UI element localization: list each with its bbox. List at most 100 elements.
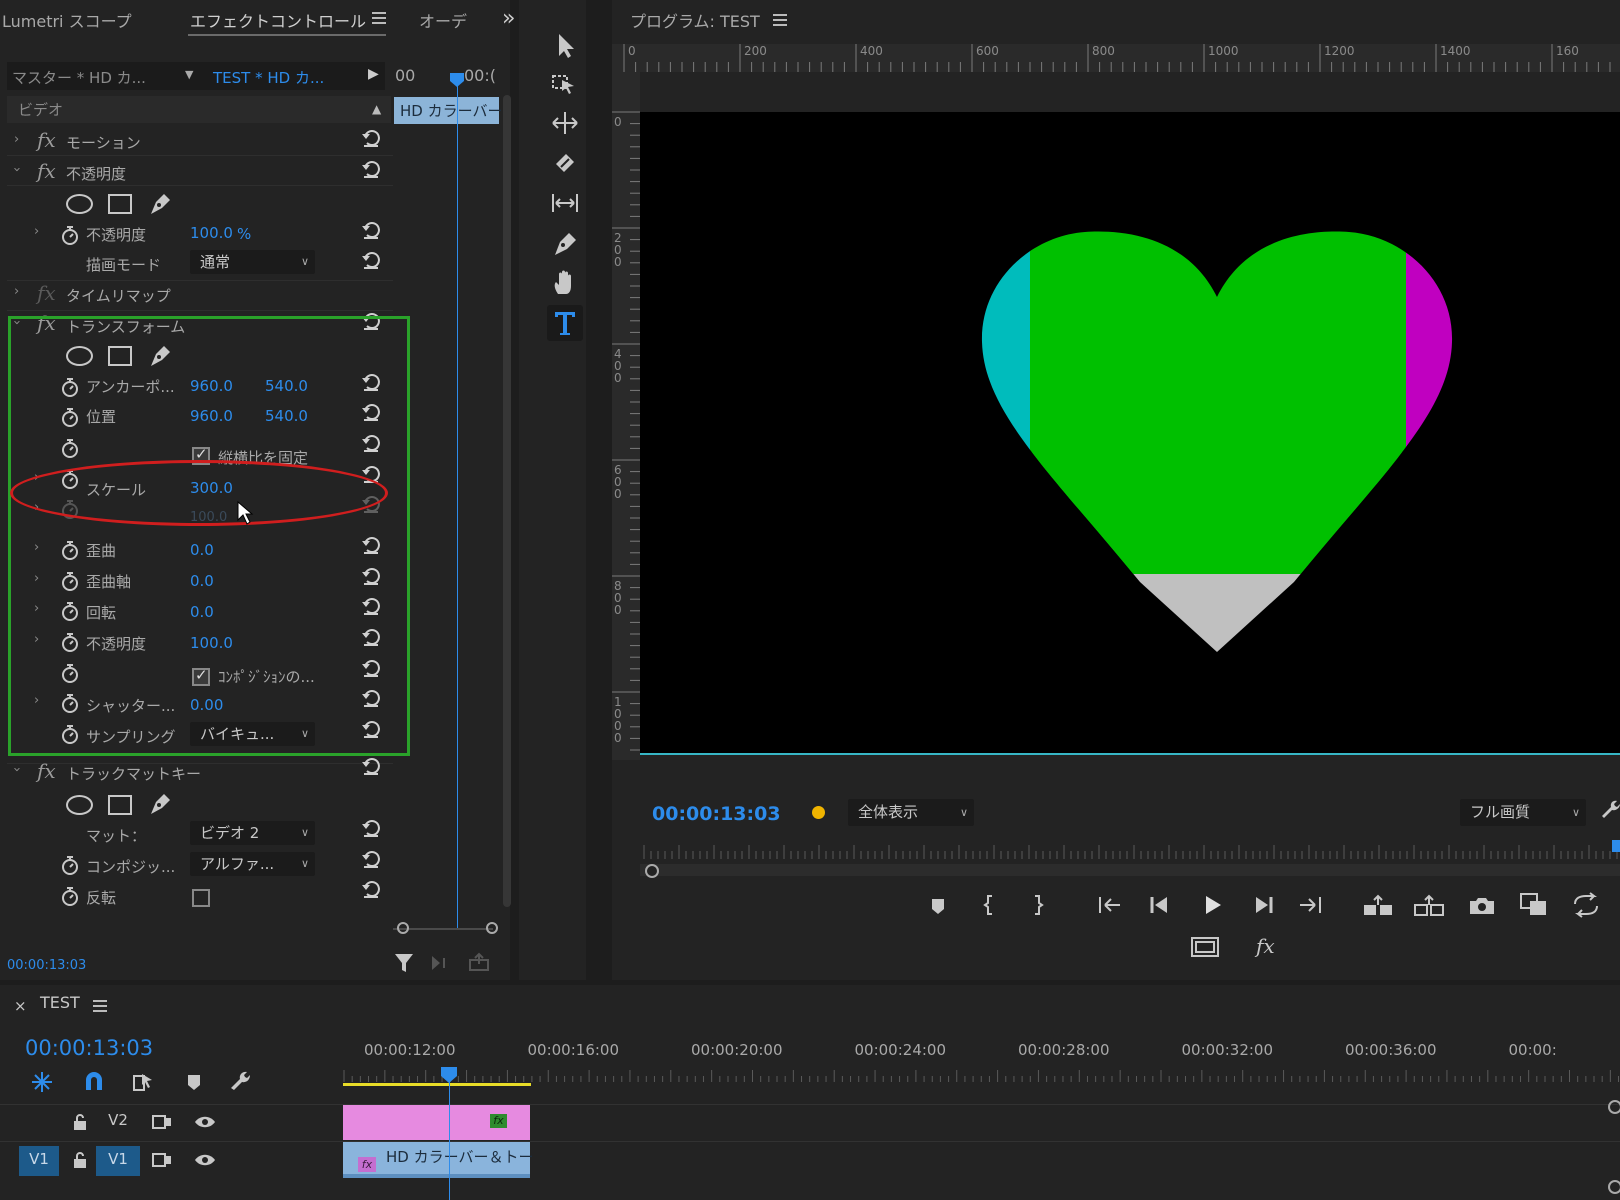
scrub-bar[interactable] xyxy=(640,864,1620,876)
tab-audio[interactable]: オーデ xyxy=(419,8,467,32)
tab-lumetri-scopes[interactable]: Lumetri スコープ xyxy=(2,8,132,32)
timeline-settings-wrench-icon[interactable] xyxy=(228,1068,252,1092)
lock-track-icon[interactable] xyxy=(72,1151,88,1169)
timeline-timecode[interactable]: 00:00:13:03 xyxy=(25,1036,153,1060)
mini-playhead-icon[interactable] xyxy=(450,73,464,87)
toggle-track-output-eye-icon[interactable] xyxy=(194,1152,216,1168)
fx-icon[interactable]: fx xyxy=(37,159,56,183)
stopwatch-icon[interactable] xyxy=(61,226,79,245)
master-clip-label[interactable]: マスター * HD カ... xyxy=(12,67,146,88)
chevron-down-icon[interactable]: ▼ xyxy=(185,68,193,81)
sequence-tab-title[interactable]: TEST xyxy=(40,993,80,1012)
insert-nested-icon[interactable] xyxy=(30,1070,54,1094)
blend-mode-dropdown[interactable]: 通常 ∨ xyxy=(190,250,315,274)
vertical-zoom-handle[interactable] xyxy=(1608,1100,1620,1114)
safe-margins-icon[interactable] xyxy=(1190,935,1220,959)
panel-menu-icon[interactable] xyxy=(93,999,107,1013)
track-select-tool-icon[interactable] xyxy=(550,68,580,98)
panel-menu-icon[interactable] xyxy=(372,11,386,25)
play-clip-icon[interactable]: ▶ xyxy=(368,66,379,82)
reset-parameter-icon[interactable] xyxy=(361,250,381,270)
close-sequence-icon[interactable]: × xyxy=(14,997,27,1015)
collapse-up-icon[interactable]: ▲ xyxy=(372,102,381,116)
opacity-value[interactable]: 100.0 xyxy=(190,224,233,242)
effects-scrollbar[interactable] xyxy=(503,95,511,907)
zoom-dropdown[interactable]: 全体表示 ∨ xyxy=(848,799,974,826)
expand-chevron-icon[interactable]: › xyxy=(14,132,19,147)
extract-icon[interactable] xyxy=(1413,893,1444,917)
expand-chevron-icon[interactable]: › xyxy=(34,224,39,239)
stopwatch-icon[interactable] xyxy=(61,856,79,875)
vertical-ruler-ticks xyxy=(612,111,640,751)
track-v2-label[interactable]: V2 xyxy=(103,1111,133,1129)
sequence-clip-label[interactable]: TEST * HD カ... xyxy=(213,67,324,88)
expand-chevron-icon[interactable]: › xyxy=(9,767,24,772)
step-back-icon[interactable] xyxy=(1145,894,1175,916)
comparison-view-icon[interactable] xyxy=(1518,891,1548,917)
program-timecode[interactable]: 00:00:13:03 xyxy=(652,803,781,825)
ellipse-mask-icon[interactable] xyxy=(66,795,93,815)
expand-chevron-icon[interactable]: › xyxy=(9,167,24,172)
lift-icon[interactable] xyxy=(1362,893,1392,917)
play-audio-only-icon[interactable] xyxy=(430,954,450,972)
vertical-zoom-handle[interactable] xyxy=(1608,1180,1620,1194)
composite-dropdown[interactable]: アルファ... ∨ xyxy=(190,852,315,876)
sync-lock-icon[interactable] xyxy=(152,1151,172,1169)
type-tool-icon[interactable] xyxy=(550,308,580,338)
panel-menu-icon[interactable] xyxy=(773,13,787,27)
linked-selection-icon[interactable] xyxy=(132,1070,156,1094)
reset-parameter-icon[interactable] xyxy=(361,818,381,838)
reset-parameter-icon[interactable] xyxy=(361,879,381,899)
hand-tool-icon[interactable] xyxy=(550,268,580,298)
settings-wrench-icon[interactable] xyxy=(1598,798,1620,820)
mark-in-icon[interactable] xyxy=(975,893,1005,917)
scrub-handle[interactable] xyxy=(645,864,659,878)
slip-tool-icon[interactable] xyxy=(550,188,580,218)
zoom-handle-right[interactable] xyxy=(486,922,498,934)
fx-icon[interactable]: fx xyxy=(37,128,56,152)
timeline-playhead-icon[interactable] xyxy=(441,1067,457,1083)
matte-dropdown[interactable]: ビデオ 2 ∨ xyxy=(190,821,315,845)
export-frame-icon[interactable] xyxy=(1467,893,1497,917)
add-marker-icon[interactable] xyxy=(184,1070,204,1094)
tab-effect-controls[interactable]: エフェクトコントロール xyxy=(190,8,366,32)
toggle-track-output-eye-icon[interactable] xyxy=(194,1114,216,1130)
work-area-bar[interactable] xyxy=(343,1083,531,1086)
selection-tool-icon[interactable] xyxy=(550,30,580,60)
fx-icon[interactable]: fx xyxy=(37,759,56,783)
pen-mask-icon[interactable] xyxy=(148,192,172,216)
go-to-in-icon[interactable] xyxy=(1094,894,1124,916)
pen-tool-icon[interactable] xyxy=(550,228,580,258)
reset-parameter-icon[interactable] xyxy=(361,220,381,240)
chevron-down-icon: ∨ xyxy=(300,826,309,839)
zoom-handle-left[interactable] xyxy=(397,922,409,934)
reset-parameter-icon[interactable] xyxy=(361,128,381,148)
stopwatch-icon[interactable] xyxy=(61,887,79,906)
reset-parameter-icon[interactable] xyxy=(361,849,381,869)
rectangle-mask-icon[interactable] xyxy=(108,194,132,214)
ellipse-mask-icon[interactable] xyxy=(66,194,93,214)
filter-icon[interactable] xyxy=(394,952,414,974)
go-to-out-icon[interactable] xyxy=(1296,894,1326,916)
reverse-checkbox[interactable] xyxy=(192,889,210,907)
mark-out-icon[interactable] xyxy=(1023,893,1053,917)
snap-magnet-icon[interactable] xyxy=(82,1070,106,1094)
razor-tool-icon[interactable] xyxy=(550,148,580,178)
add-marker-icon[interactable] xyxy=(923,895,953,917)
expand-chevron-icon[interactable]: › xyxy=(14,284,19,299)
ripple-edit-tool-icon[interactable] xyxy=(550,108,580,138)
sync-lock-icon[interactable] xyxy=(152,1113,172,1131)
overflow-tabs-icon[interactable]: » xyxy=(502,6,515,31)
lock-track-icon[interactable] xyxy=(72,1113,88,1131)
rectangle-mask-icon[interactable] xyxy=(108,795,132,815)
loop-playback-icon[interactable] xyxy=(1570,892,1600,918)
export-icon[interactable] xyxy=(468,952,490,972)
step-forward-icon[interactable] xyxy=(1248,894,1278,916)
playback-quality-dropdown[interactable]: フル画質 ∨ xyxy=(1460,799,1586,826)
scrub-playhead-icon[interactable] xyxy=(1612,840,1620,852)
play-icon[interactable] xyxy=(1197,894,1227,916)
reset-parameter-icon[interactable] xyxy=(361,159,381,179)
global-fx-mute-icon[interactable]: fx xyxy=(1256,934,1275,958)
pen-mask-icon[interactable] xyxy=(148,792,172,816)
reset-parameter-icon[interactable] xyxy=(361,756,381,776)
